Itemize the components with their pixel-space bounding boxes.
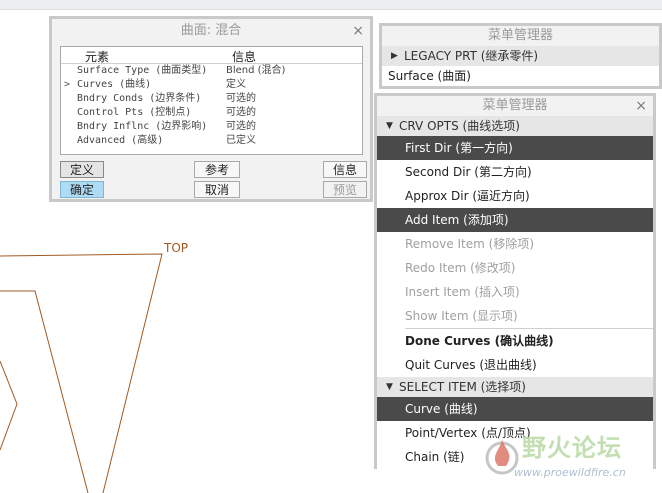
element-info: 已定义 [226, 135, 256, 146]
menu-section-label: LEGACY PRT (继承零件) [404, 49, 539, 63]
info-button[interactable]: 信息 [323, 161, 367, 178]
element-name: Bndry Conds (边界条件) [77, 93, 202, 104]
menu-item-insert-item[interactable]: Insert Item (插入项) [377, 280, 653, 304]
datum-plane-top-edge [0, 253, 163, 493]
expand-triangle-icon: ▶ [391, 51, 398, 61]
dialog-title: 曲面: 混合 [180, 23, 242, 38]
table-row[interactable]: Advanced (高级) 已定义 [61, 134, 362, 148]
menu-manager-title[interactable]: 菜单管理器 [382, 26, 659, 46]
element-name: Advanced (高级) [77, 135, 164, 146]
table-row[interactable]: Surface Type (曲面类型) Blend (混合) [61, 64, 362, 78]
element-info: 定义 [226, 79, 246, 90]
menu-manager-title: 菜单管理器 [482, 98, 548, 113]
table-row[interactable]: Bndry Conds (边界条件) 可选的 [61, 92, 362, 106]
current-row-arrow-icon: > [64, 79, 71, 90]
datum-plane-top-label[interactable]: TOP [164, 241, 188, 255]
menu-item-second-dir[interactable]: Second Dir (第二方向) [377, 160, 653, 184]
element-table-header: 元素 信息 [61, 47, 362, 64]
menu-section-crv-opts[interactable]: ▼ CRV OPTS (曲线选项) [377, 116, 653, 136]
menu-item-curve[interactable]: Curve (曲线) [377, 397, 653, 421]
element-name: Curves (曲线) [77, 79, 152, 90]
blend-section-inner [0, 360, 18, 451]
preview-button[interactable]: 预览 [323, 181, 367, 198]
reference-button[interactable]: 参考 [194, 161, 240, 178]
menu-body: ▼ CRV OPTS (曲线选项) First Dir (第一方向) Secon… [377, 116, 653, 469]
menu-item-add-item[interactable]: Add Item (添加项) [377, 208, 653, 232]
menu-item-remove-item[interactable]: Remove Item (移除项) [377, 232, 653, 256]
blend-section-outer [0, 290, 89, 493]
element-table: 元素 信息 Surface Type (曲面类型) Blend (混合) > C… [60, 46, 363, 155]
close-icon[interactable]: × [635, 96, 647, 116]
menu-item-redo-item[interactable]: Redo Item (修改项) [377, 256, 653, 280]
cancel-button[interactable]: 取消 [194, 181, 240, 198]
menu-section-label: CRV OPTS (曲线选项) [399, 119, 520, 133]
table-row[interactable]: Bndry Inflnc (边界影响) 可选的 [61, 120, 362, 134]
column-header-element: 元素 [85, 50, 110, 64]
element-info: 可选的 [226, 93, 256, 104]
element-name: Surface Type (曲面类型) [77, 65, 208, 76]
menu-item-quit-curves[interactable]: Quit Curves (退出曲线) [377, 353, 653, 377]
menu-section-select-item[interactable]: ▼ SELECT ITEM (选择项) [377, 377, 653, 397]
menu-item-show-item[interactable]: Show Item (显示项) [377, 304, 653, 328]
menu-manager-title-bar[interactable]: 菜单管理器 × [377, 96, 653, 116]
element-name: Control Pts (控制点) [77, 107, 192, 118]
column-header-info: 信息 [232, 50, 257, 64]
element-name: Bndry Inflnc (边界影响) [77, 121, 208, 132]
define-button[interactable]: 定义 [60, 161, 104, 178]
menu-section-legacy-prt[interactable]: ▶ LEGACY PRT (继承零件) [382, 46, 659, 66]
watermark-url: www.proewildfire.cn [514, 466, 626, 479]
element-info: Blend (混合) [226, 65, 286, 76]
collapse-triangle-icon: ▼ [386, 121, 393, 131]
menu-manager-curve-options: 菜单管理器 × ▼ CRV OPTS (曲线选项) First Dir (第一方… [374, 93, 656, 469]
menu-section-label: SELECT ITEM (选择项) [399, 380, 526, 394]
table-row[interactable]: Control Pts (控制点) 可选的 [61, 106, 362, 120]
watermark: 野火论坛 www.proewildfire.cn [484, 426, 660, 488]
element-info: 可选的 [226, 121, 256, 132]
close-icon[interactable]: × [352, 19, 364, 43]
ok-button[interactable]: 确定 [60, 181, 104, 198]
menu-item-first-dir[interactable]: First Dir (第一方向) [377, 136, 653, 160]
element-dialog: 曲面: 混合 × 元素 信息 Surface Type (曲面类型) Blend… [49, 16, 373, 202]
dialog-title-bar[interactable]: 曲面: 混合 × [52, 19, 370, 43]
collapse-triangle-icon: ▼ [386, 382, 393, 392]
menu-item-approx-dir[interactable]: Approx Dir (逼近方向) [377, 184, 653, 208]
menu-item-surface[interactable]: Surface (曲面) [382, 66, 659, 86]
menu-item-done-curves[interactable]: Done Curves (确认曲线) [377, 329, 653, 353]
table-row[interactable]: > Curves (曲线) 定义 [61, 78, 362, 92]
watermark-title: 野火论坛 [522, 434, 622, 462]
menu-manager-legacy: 菜单管理器 ▶ LEGACY PRT (继承零件) Surface (曲面) [379, 23, 662, 89]
element-info: 可选的 [226, 107, 256, 118]
